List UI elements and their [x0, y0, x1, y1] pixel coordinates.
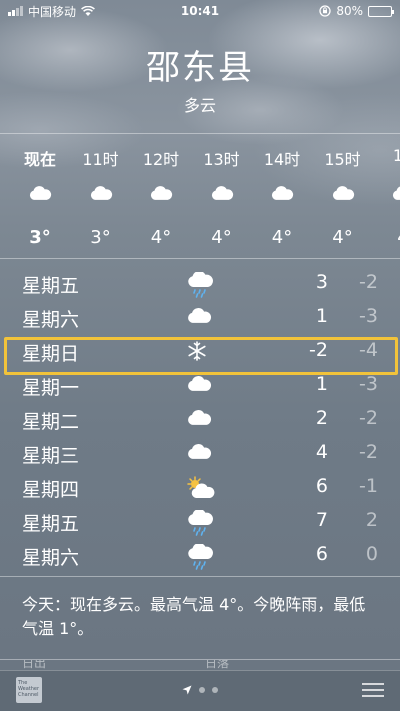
day-high-temp: 2 — [315, 407, 328, 429]
city-list-icon[interactable] — [362, 683, 384, 699]
current-condition: 多云 — [183, 96, 216, 115]
daily-row: 星期六 6 0 — [0, 539, 400, 573]
partly-sunny-icon — [186, 476, 215, 500]
orientation-lock-icon — [319, 5, 331, 17]
details-section-peek: 日出 日落 — [22, 660, 230, 670]
bottom-toolbar: The Weather Channel — [0, 670, 400, 711]
battery-percent: 80% — [336, 4, 363, 18]
signal-icon — [8, 6, 23, 16]
hour-label: 14时 — [263, 150, 301, 169]
day-name: 星期一 — [22, 377, 80, 399]
day-name: 星期二 — [22, 411, 80, 433]
city-name: 邵东县 — [146, 48, 254, 88]
day-low-temp: -1 — [359, 475, 378, 497]
day-low-temp: -2 — [359, 441, 378, 463]
day-high-temp: 1 — [315, 305, 328, 327]
cloud-icon — [391, 184, 400, 206]
location-arrow-icon — [182, 685, 192, 695]
daily-row: 星期二 2 -2 — [0, 403, 400, 437]
cloud-icon — [28, 184, 52, 206]
hour-temp: 4° — [211, 227, 232, 248]
day-name: 星期四 — [22, 479, 80, 501]
carrier-label: 中国移动 — [28, 4, 77, 19]
cloud-icon — [270, 184, 294, 206]
day-name: 星期五 — [22, 275, 80, 297]
cloud-icon — [186, 442, 214, 466]
today-summary: 今天：现在多云。最高气温 4°。今晚阵雨，最低气温 1°。 — [0, 576, 400, 660]
daily-row: 星期六 1 -3 — [0, 301, 400, 335]
day-low-temp: -4 — [359, 339, 378, 361]
hour-temp: 3° — [29, 227, 51, 248]
cloud-icon — [186, 374, 214, 398]
day-name: 星期六 — [22, 547, 80, 569]
location-header: 邵东县 多云 — [0, 46, 400, 116]
cloud-icon — [331, 184, 355, 206]
daily-row: 星期日 -2 -4 — [0, 335, 400, 369]
hour-label: 现在 — [23, 150, 56, 169]
hourly-forecast-strip[interactable]: 现在 3° 11时 3° 12时 4° 13时 4° 14时 4° 15时 4° 16 4 — [0, 133, 400, 259]
day-name: 星期三 — [22, 445, 80, 467]
daily-row: 星期四 6 -1 — [0, 471, 400, 505]
day-high-temp: 6 — [315, 475, 328, 497]
cloud-icon — [89, 184, 113, 206]
day-high-temp: 7 — [315, 509, 328, 531]
battery-icon — [368, 5, 394, 17]
daily-row: 星期五 7 2 — [0, 505, 400, 539]
wifi-icon — [81, 5, 95, 16]
day-high-temp: 6 — [315, 543, 328, 565]
day-low-temp: 2 — [365, 509, 378, 531]
day-name: 星期五 — [22, 513, 80, 535]
hour-temp: 4 — [373, 227, 400, 248]
day-low-temp: 0 — [365, 543, 378, 565]
daily-row: 星期一 1 -3 — [0, 369, 400, 403]
rain-cloud-icon — [186, 270, 214, 298]
rain-cloud-icon — [186, 508, 214, 536]
daily-row: 星期三 4 -2 — [0, 437, 400, 471]
page-dot — [212, 687, 218, 693]
cloud-icon — [210, 184, 234, 206]
status-time: 10:41 — [180, 4, 220, 18]
day-low-temp: -2 — [359, 271, 378, 293]
day-high-temp: 3 — [315, 271, 328, 293]
hour-temp: 4° — [150, 227, 172, 248]
day-low-temp: -3 — [359, 373, 378, 395]
hour-label: 15时 — [324, 150, 361, 169]
day-name: 星期日 — [22, 343, 80, 365]
page-dot — [199, 687, 205, 693]
hour-temp: 4° — [271, 227, 293, 248]
hour-temp: 3° — [90, 227, 111, 248]
day-low-temp: -2 — [359, 407, 378, 429]
page-indicator[interactable] — [182, 685, 218, 695]
hour-temp: 4° — [332, 227, 353, 248]
hour-label: 11时 — [82, 150, 119, 169]
day-low-temp: -3 — [359, 305, 378, 327]
cloud-icon — [186, 408, 214, 432]
rain-cloud-icon — [186, 542, 214, 570]
status-bar: 中国移动 10:41 80% — [0, 0, 400, 22]
day-high-temp: -2 — [309, 339, 328, 361]
summary-text: 今天：现在多云。最高气温 4°。今晚阵雨，最低气温 1°。 — [22, 595, 366, 638]
hour-label: 13时 — [203, 150, 240, 169]
hour-label: 12时 — [142, 150, 180, 169]
day-high-temp: 4 — [315, 441, 328, 463]
daily-row: 星期五 3 -2 — [0, 267, 400, 301]
day-name: 星期六 — [22, 309, 80, 331]
weather-channel-logo[interactable]: The Weather Channel — [16, 677, 42, 703]
cloud-icon — [149, 184, 173, 206]
snowflake-icon — [186, 340, 214, 364]
hour-label: 16 — [373, 146, 400, 165]
day-high-temp: 1 — [315, 373, 328, 395]
cloud-icon — [186, 306, 214, 330]
